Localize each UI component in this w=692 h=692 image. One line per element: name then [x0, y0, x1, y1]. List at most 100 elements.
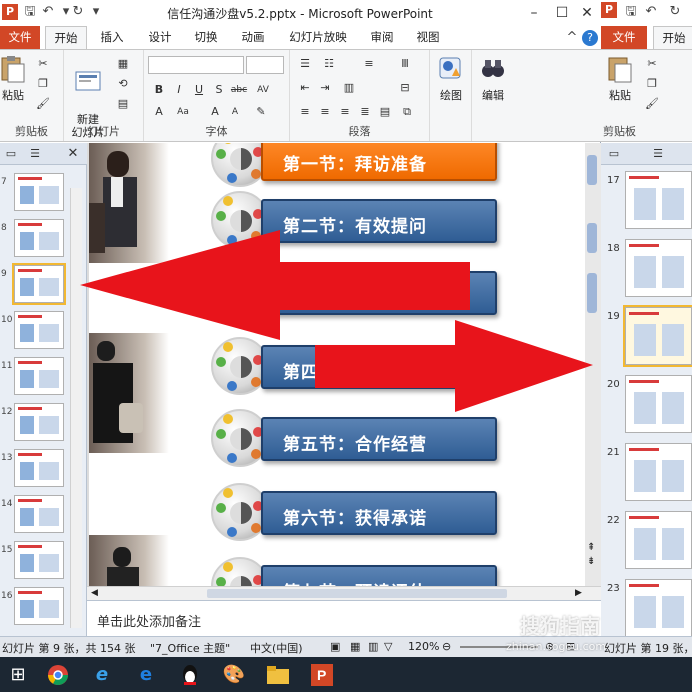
tab-home-2[interactable]: 开始 [653, 26, 692, 50]
powerpoint-app-icon-2[interactable]: P [601, 2, 617, 18]
scroll-thumb[interactable] [587, 155, 597, 185]
edge-icon[interactable]: e [130, 661, 162, 689]
tab-animations[interactable]: 动画 [233, 26, 273, 49]
outline-tab-icon-2[interactable]: ☰ [649, 146, 667, 162]
qq-icon[interactable] [174, 661, 206, 689]
font-name-combo[interactable] [148, 56, 244, 74]
reading-view-icon[interactable]: ▥ [368, 640, 378, 653]
redo-icon-2[interactable]: ↻ [667, 4, 683, 20]
change-case-icon[interactable]: Aa [174, 104, 192, 120]
paste-button[interactable]: 粘贴 [0, 54, 28, 103]
grow-font-icon[interactable]: A [206, 104, 224, 120]
slide-thumbnail[interactable] [14, 541, 64, 579]
font-color-icon[interactable]: A [150, 104, 168, 120]
slideshow-icon[interactable]: ▽ [384, 640, 392, 653]
layout-icon[interactable]: ▦ [114, 56, 132, 72]
chrome-icon[interactable] [42, 661, 74, 689]
slide-thumbnail[interactable] [14, 357, 64, 395]
normal-view-icon[interactable]: ▣ [330, 640, 340, 653]
underline-icon[interactable]: U [190, 82, 208, 98]
editing-button[interactable]: 编辑 [476, 54, 510, 103]
slide-thumbnail[interactable] [14, 495, 64, 533]
increase-indent-icon[interactable]: ⇥ [316, 80, 334, 96]
tab-slideshow[interactable]: 幻灯片放映 [282, 26, 354, 49]
slide-thumbnail-2[interactable] [625, 579, 692, 636]
slide-thumbnail-2[interactable] [625, 511, 692, 569]
bullets-icon[interactable]: ☰ [296, 56, 314, 72]
align-left-icon[interactable]: ≡ [296, 104, 314, 120]
powerpoint-app-icon[interactable]: P [2, 4, 18, 20]
slide-thumbnail-2[interactable] [623, 305, 692, 367]
slide-thumbnail[interactable] [14, 311, 64, 349]
tab-home[interactable]: 开始 [45, 26, 87, 50]
minimize-button[interactable]: – [520, 2, 548, 24]
powerpoint-taskbar-icon[interactable]: P [306, 661, 338, 689]
tab-review[interactable]: 审阅 [362, 26, 402, 49]
copy-icon[interactable]: ❐ [34, 76, 52, 92]
tab-design[interactable]: 设计 [140, 26, 180, 49]
zoom-level[interactable]: 120% [408, 640, 439, 653]
justify-icon[interactable]: ≣ [356, 104, 374, 120]
slides-tab-icon-2[interactable]: ▭ [605, 146, 623, 162]
slide-thumbnail-2[interactable] [625, 443, 692, 501]
drawing-group[interactable]: 绘图 [430, 50, 472, 141]
align-right-icon[interactable]: ≡ [336, 104, 354, 120]
close-button[interactable]: ✕ [573, 2, 601, 24]
decrease-indent-icon[interactable]: ⇤ [296, 80, 314, 96]
scroll-right-icon[interactable]: ▶ [575, 588, 582, 598]
section-banner[interactable]: 第六节：获得承诺 [261, 491, 497, 535]
drawing-button[interactable]: 绘图 [434, 54, 468, 103]
close-panel-icon[interactable]: ✕ [64, 146, 82, 162]
columns-icon[interactable]: ▥ [340, 80, 358, 96]
text-direction-icon[interactable]: Ⅲ [396, 56, 414, 72]
slide-thumbnail[interactable] [14, 449, 64, 487]
slide-thumbnail-2[interactable] [625, 375, 692, 433]
format-painter-icon-2[interactable]: 🖌 [643, 96, 661, 112]
next-slide-icon[interactable]: ⇟ [587, 557, 595, 567]
customize-qat-icon[interactable]: ▾ [88, 4, 104, 20]
slide-thumbnail[interactable] [12, 263, 66, 305]
bold-icon[interactable]: B [150, 82, 168, 98]
slide-thumbnail-2[interactable] [625, 171, 692, 229]
format-painter-icon[interactable]: 🖌 [34, 96, 52, 112]
save-icon[interactable]: 🖫 [22, 4, 38, 20]
numbering-icon[interactable]: ☷ [320, 56, 338, 72]
slide-thumbnail[interactable] [14, 219, 64, 257]
reset-icon[interactable]: ⟲ [114, 76, 132, 92]
paint-icon[interactable]: 🎨 [218, 661, 250, 689]
cut-icon-2[interactable]: ✂ [643, 56, 661, 72]
language-status[interactable]: 中文(中国) [250, 640, 303, 656]
tab-transitions[interactable]: 切换 [186, 26, 226, 49]
prev-slide-icon[interactable]: ⇞ [587, 543, 595, 553]
internet-explorer-icon[interactable]: e [86, 661, 118, 689]
distribute-icon[interactable]: ▤ [376, 104, 394, 120]
section-icon[interactable]: ▤ [114, 96, 132, 112]
font-size-combo[interactable] [246, 56, 284, 74]
save-icon-2[interactable]: 🖫 [623, 4, 639, 20]
align-center-icon[interactable]: ≡ [316, 104, 334, 120]
slide-thumbnail-2[interactable] [625, 239, 692, 297]
copy-icon-2[interactable]: ❐ [643, 76, 661, 92]
clear-format-icon[interactable]: ✎ [252, 104, 270, 120]
slides-tab-icon[interactable]: ▭ [2, 146, 20, 162]
shadow-icon[interactable]: S [210, 82, 228, 98]
tab-insert[interactable]: 插入 [92, 26, 132, 49]
align-text-icon[interactable]: ⊟ [396, 80, 414, 96]
smartart-icon[interactable]: ⧉ [398, 104, 416, 120]
windows-start-icon[interactable]: ⊞ [2, 661, 34, 689]
hscroll-thumb[interactable] [207, 589, 507, 598]
redo-icon[interactable]: ↻ [70, 4, 86, 20]
maximize-button[interactable]: ☐ [548, 2, 576, 24]
collapse-ribbon-icon[interactable]: ^ [564, 30, 580, 46]
slide-sorter-icon[interactable]: ▦ [350, 640, 360, 653]
outline-tab-icon[interactable]: ☰ [26, 146, 44, 162]
slide-thumbnail[interactable] [14, 587, 64, 625]
theme-status[interactable]: "7_Office 主题" [150, 640, 230, 656]
line-spacing-icon[interactable]: ≡ [360, 56, 378, 72]
help-icon[interactable]: ? [582, 30, 598, 46]
section-banner[interactable]: 第一节：拜访准备 [261, 143, 497, 181]
tab-file[interactable]: 文件 [0, 26, 40, 49]
horizontal-scrollbar[interactable]: ◀ ▶ [87, 586, 601, 600]
notes-placeholder[interactable]: 单击此处添加备注 [97, 611, 201, 630]
tab-view[interactable]: 视图 [408, 26, 448, 49]
